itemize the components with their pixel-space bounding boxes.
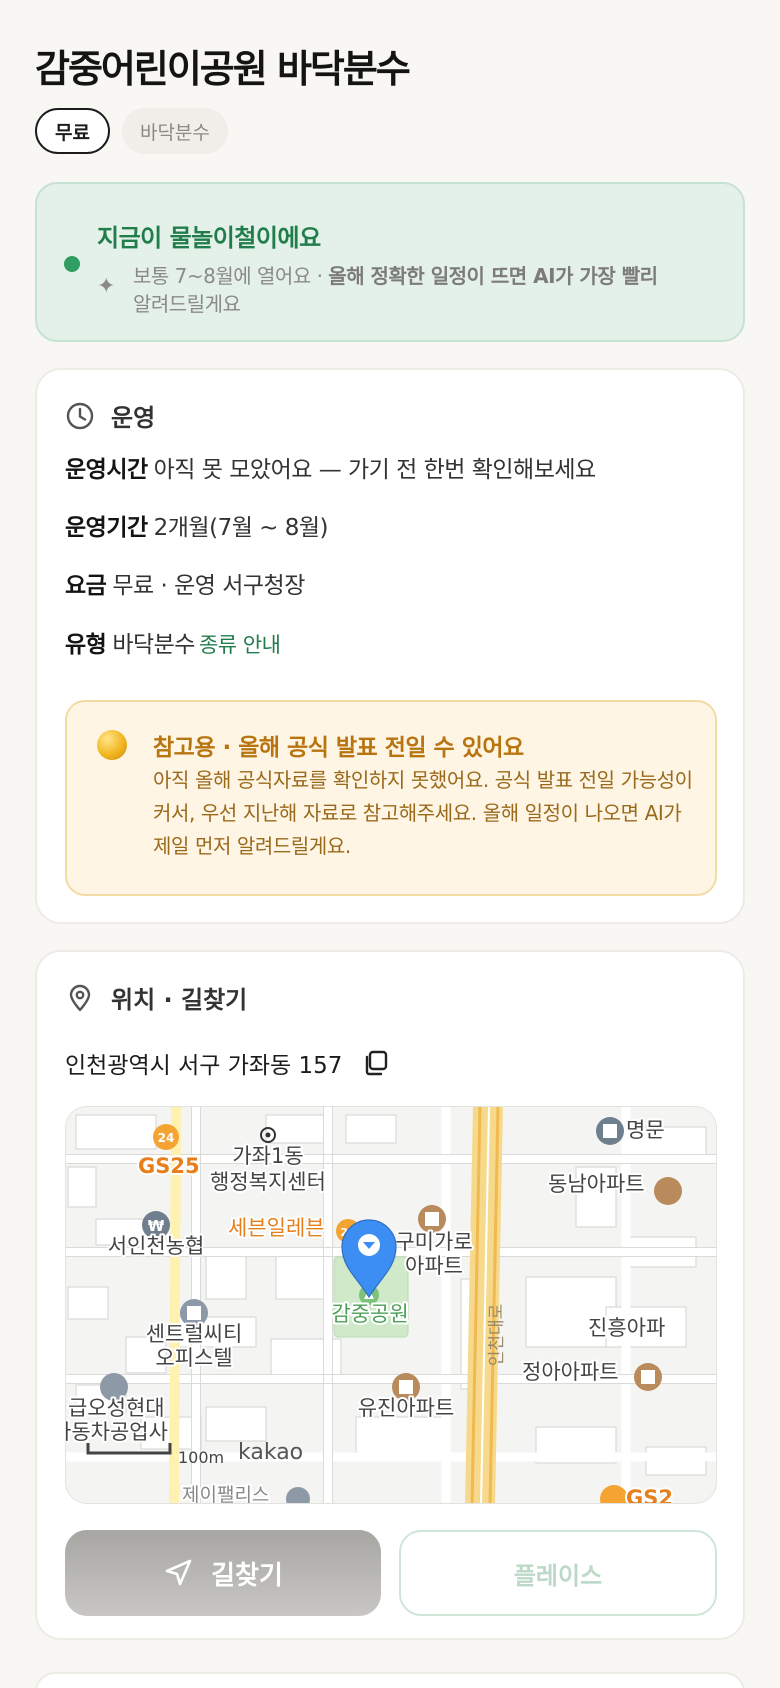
fee-row: 요금 무료 · 운영 서구청장 bbox=[65, 566, 305, 600]
svg-text:24: 24 bbox=[158, 1131, 175, 1145]
type-row: 유형 바닥분수 종류 안내 bbox=[65, 625, 281, 659]
navigate-button[interactable]: 길찾기 bbox=[65, 1530, 381, 1616]
page-title: 감중어린이공원 바닥분수 bbox=[35, 47, 411, 91]
map-label-dongnam: 동남아파트 bbox=[548, 1172, 645, 1196]
period-key: 운영기간 bbox=[65, 515, 148, 541]
location-card: 위치 · 길찾기 인천광역시 서구 가좌동 157 24 ₩ GS25 가좌1동… bbox=[35, 950, 745, 1640]
type-value: 바닥분수 bbox=[112, 632, 195, 658]
period-value: 2개월(7월 ~ 8월) bbox=[153, 515, 329, 541]
map-label-central-1: 센트럴씨티 bbox=[146, 1322, 243, 1346]
map-label-park: 감중공원 bbox=[331, 1302, 408, 1326]
svg-text:₩: ₩ bbox=[148, 1217, 165, 1235]
season-headline: 지금이 물놀이철이에요 bbox=[97, 224, 321, 252]
fee-value: 무료 · 운영 서구청장 bbox=[112, 573, 305, 599]
location-label: 위치 · 길찾기 bbox=[111, 986, 248, 1014]
navigation-arrow-icon bbox=[165, 1559, 192, 1586]
address-row: 인천광역시 서구 가좌동 157 bbox=[65, 1046, 390, 1080]
season-subtext: 보통 7~8월에 열어요 · 올해 정확한 일정이 뜨면 AI가 가장 빨리알려… bbox=[133, 262, 723, 318]
copy-icon[interactable] bbox=[362, 1049, 390, 1077]
address-text: 인천광역시 서구 가좌동 157 bbox=[65, 1053, 343, 1079]
map-canvas[interactable]: 24 ₩ 24 bbox=[66, 1107, 717, 1504]
map-label-apt-2: 아파트 bbox=[405, 1254, 463, 1278]
page: 감중어린이공원 바닥분수 무료 바닥분수 지금이 물놀이철이에요 ✦ 보통 7~… bbox=[0, 0, 780, 1688]
season-sub-bold: 올해 정확한 일정이 뜨면 AI가 가장 빨리 bbox=[328, 264, 658, 288]
map-label-apt-1: 구미가로 bbox=[395, 1230, 472, 1254]
season-banner: 지금이 물놀이철이에요 ✦ 보통 7~8월에 열어요 · 올해 정확한 일정이 … bbox=[35, 182, 745, 342]
location-pin-icon bbox=[69, 984, 91, 1011]
period-row: 운영기간 2개월(7월 ~ 8월) bbox=[65, 508, 329, 542]
map-label-jinheung: 진흥아파 bbox=[588, 1316, 665, 1340]
place-button[interactable]: 플레이스 bbox=[399, 1530, 717, 1616]
map-label-myeongmun: 명문 bbox=[626, 1118, 665, 1142]
hours-row: 운영시간 아직 못 모았어요 — 가기 전 한번 확인해보세요 bbox=[65, 450, 596, 484]
map-label-center-1: 가좌1동 bbox=[232, 1144, 303, 1168]
type-key: 유형 bbox=[65, 632, 107, 658]
operation-card: 운영 운영시간 아직 못 모았어요 — 가기 전 한번 확인해보세요 운영기간 2개… bbox=[35, 368, 745, 924]
map-brand: kakao bbox=[238, 1440, 303, 1465]
reference-notice: 참고용 · 올해 공식 발표 전일 수 있어요 아직 올해 공식자료를 확인하지… bbox=[65, 700, 717, 896]
type-guide-link[interactable]: 종류 안내 bbox=[199, 633, 281, 657]
status-dot bbox=[64, 256, 80, 272]
season-sub-normal: 보통 7~8월에 열어요 · bbox=[133, 264, 329, 288]
hours-key: 운영시간 bbox=[65, 457, 148, 483]
coin-icon bbox=[97, 730, 127, 760]
season-sub-line2: 알려드릴게요 bbox=[133, 292, 241, 316]
operation-header: 운영 bbox=[65, 398, 155, 433]
clock-icon bbox=[66, 402, 94, 429]
location-header: 위치 · 길찾기 bbox=[65, 980, 247, 1015]
map-label-center-2: 행정복지센터 bbox=[210, 1170, 326, 1194]
map-label-gs25: GS25 bbox=[138, 1154, 200, 1178]
map-label-yujin: 유진아파트 bbox=[358, 1396, 455, 1420]
map-label-seven: 세븐일레븐 bbox=[228, 1216, 325, 1240]
map-label-gas-2: 자동차공업사 bbox=[66, 1420, 168, 1444]
map-view[interactable]: 24 ₩ 24 bbox=[65, 1106, 717, 1504]
map-label-bottom: 제이팰리스 bbox=[182, 1484, 269, 1504]
fee-key: 요금 bbox=[65, 573, 107, 599]
next-card bbox=[35, 1672, 745, 1688]
notice-headline: 참고용 · 올해 공식 발표 전일 수 있어요 bbox=[153, 735, 524, 761]
navigate-label: 길찾기 bbox=[211, 1560, 283, 1591]
notice-body: 아직 올해 공식자료를 확인하지 못했어요. 공식 발표 전일 가능성이 커서,… bbox=[153, 768, 693, 858]
map-scale: 100m bbox=[178, 1448, 224, 1467]
operation-label: 운영 bbox=[111, 404, 156, 432]
map-label-central-2: 오피스텔 bbox=[155, 1346, 232, 1370]
hours-value: 아직 못 모았어요 — 가기 전 한번 확인해보세요 bbox=[153, 457, 597, 483]
tag-type[interactable]: 바닥분수 bbox=[121, 108, 228, 154]
tag-free[interactable]: 무료 bbox=[35, 108, 110, 154]
sparkle-icon: ✦ bbox=[97, 274, 116, 299]
map-label-road: 인천대로 bbox=[487, 1304, 507, 1367]
map-label-gs25-right: GS2 bbox=[626, 1486, 673, 1504]
place-label: 플레이스 bbox=[513, 1561, 603, 1590]
tag-list: 무료 바닥분수 bbox=[35, 108, 228, 154]
map-label-jeonga: 정아아파트 bbox=[522, 1360, 619, 1384]
map-label-bank: 서인천농협 bbox=[108, 1234, 205, 1258]
map-label-gas-1: 급오성현대 bbox=[68, 1396, 165, 1420]
